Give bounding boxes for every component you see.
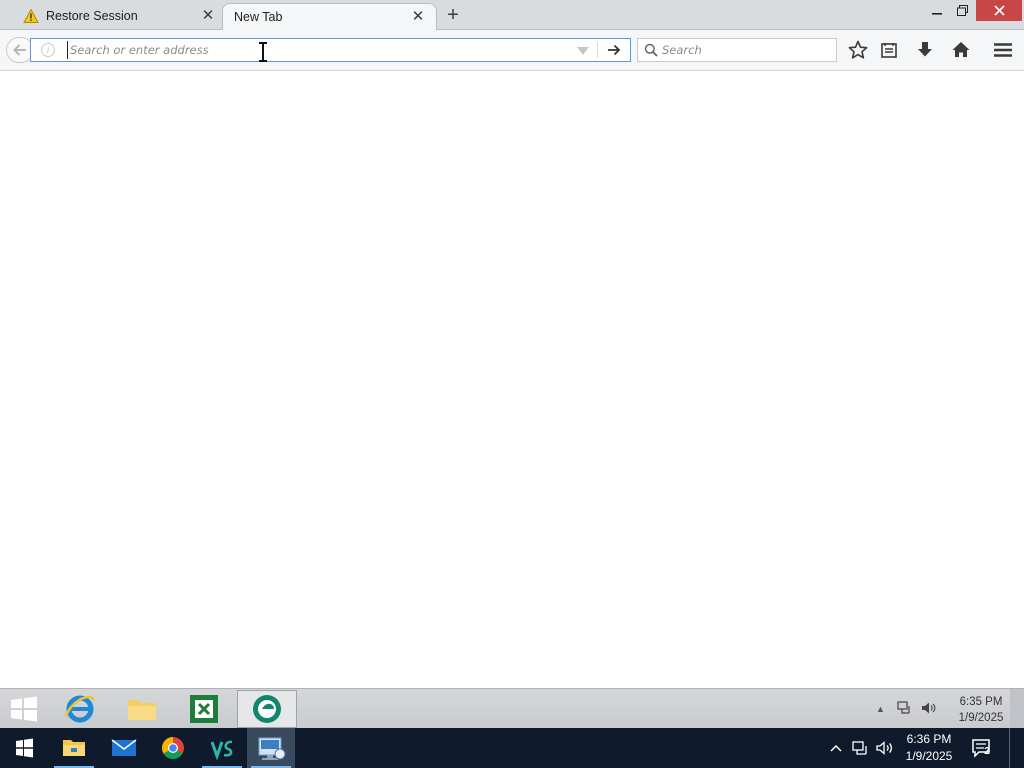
- dropdown-icon[interactable]: [577, 47, 589, 55]
- download-icon[interactable]: [914, 39, 936, 61]
- volume-icon[interactable]: [921, 701, 937, 715]
- remote-app-button[interactable]: [247, 728, 295, 768]
- time: 6:36 PM: [906, 732, 952, 746]
- tab-label: Restore Session: [46, 9, 138, 23]
- text-cursor-icon: [259, 42, 267, 62]
- volume-icon[interactable]: [875, 739, 895, 757]
- search-input[interactable]: [662, 41, 828, 59]
- tab-strip: Restore Session ✕ New Tab ✕ +: [0, 0, 1024, 30]
- tab-new-tab[interactable]: New Tab ✕: [222, 3, 437, 30]
- search-bar[interactable]: [637, 38, 837, 62]
- chrome-icon: [162, 737, 184, 759]
- chrome-button[interactable]: [149, 728, 197, 768]
- address-bar[interactable]: i: [30, 38, 631, 62]
- visual-studio-icon: [210, 740, 233, 761]
- go-arrow-icon[interactable]: [604, 41, 624, 59]
- remote-app-button[interactable]: [237, 690, 297, 728]
- close-tab-icon[interactable]: ✕: [200, 8, 216, 24]
- mail-button[interactable]: [100, 728, 148, 768]
- mail-icon: [111, 739, 137, 756]
- network-icon[interactable]: [851, 739, 869, 757]
- remote-scrollbar[interactable]: [1010, 689, 1024, 729]
- search-icon: [644, 43, 658, 57]
- excel-icon[interactable]: [184, 692, 224, 726]
- file-explorer-icon: [63, 740, 85, 756]
- minimize-icon: [932, 13, 942, 15]
- windows-logo-icon[interactable]: [4, 692, 44, 726]
- visual-studio-button[interactable]: [198, 728, 246, 768]
- remote-taskbar: ▲ 6:35 PM 1/9/2025: [0, 688, 1024, 729]
- page-content[interactable]: [0, 71, 1024, 688]
- restore-icon: [956, 5, 968, 16]
- restore-button[interactable]: [950, 0, 974, 21]
- notification-count: 2: [984, 746, 990, 757]
- date: 1/9/2025: [905, 749, 953, 763]
- tab-label: New Tab: [234, 10, 283, 24]
- bookmark-star-icon[interactable]: [847, 39, 869, 61]
- close-window-button[interactable]: [976, 0, 1022, 21]
- app-icon: [253, 695, 281, 723]
- home-icon[interactable]: [950, 39, 972, 61]
- show-desktop-button[interactable]: [1009, 728, 1010, 768]
- remote-date: 1/9/2025: [958, 712, 1004, 724]
- taskbar: 6:36 PM 1/9/2025 2: [0, 728, 1024, 768]
- close-tab-icon[interactable]: ✕: [410, 9, 426, 25]
- chevron-up-icon[interactable]: [828, 738, 844, 758]
- screen: Restore Session ✕ New Tab ✕ + i Search o…: [0, 0, 1024, 768]
- clock[interactable]: 6:36 PM 1/9/2025: [898, 731, 960, 765]
- remote-app-icon: [258, 737, 286, 760]
- action-center-button[interactable]: 2: [970, 737, 992, 759]
- file-explorer-icon[interactable]: [122, 692, 162, 726]
- windows-start-icon: [16, 738, 33, 758]
- divider: [597, 42, 598, 58]
- minimize-button[interactable]: [925, 0, 949, 21]
- reading-list-icon[interactable]: [878, 39, 900, 61]
- menu-icon[interactable]: [992, 39, 1014, 61]
- remote-time: 6:35 PM: [959, 696, 1003, 708]
- remote-clock[interactable]: 6:35 PM 1/9/2025: [952, 694, 1010, 726]
- network-icon[interactable]: [897, 701, 913, 715]
- tab-restore-session[interactable]: Restore Session ✕: [12, 3, 222, 30]
- navigation-toolbar: i: [0, 30, 1024, 71]
- info-icon[interactable]: i: [41, 43, 55, 57]
- close-icon: [993, 5, 1005, 16]
- new-tab-button[interactable]: +: [443, 5, 463, 25]
- tray-expand-icon[interactable]: ▲: [876, 704, 885, 714]
- warning-icon: [23, 8, 39, 23]
- file-explorer-button[interactable]: [50, 728, 98, 768]
- url-input[interactable]: [67, 41, 570, 59]
- internet-explorer-icon[interactable]: [60, 692, 100, 726]
- start-button[interactable]: [0, 728, 48, 768]
